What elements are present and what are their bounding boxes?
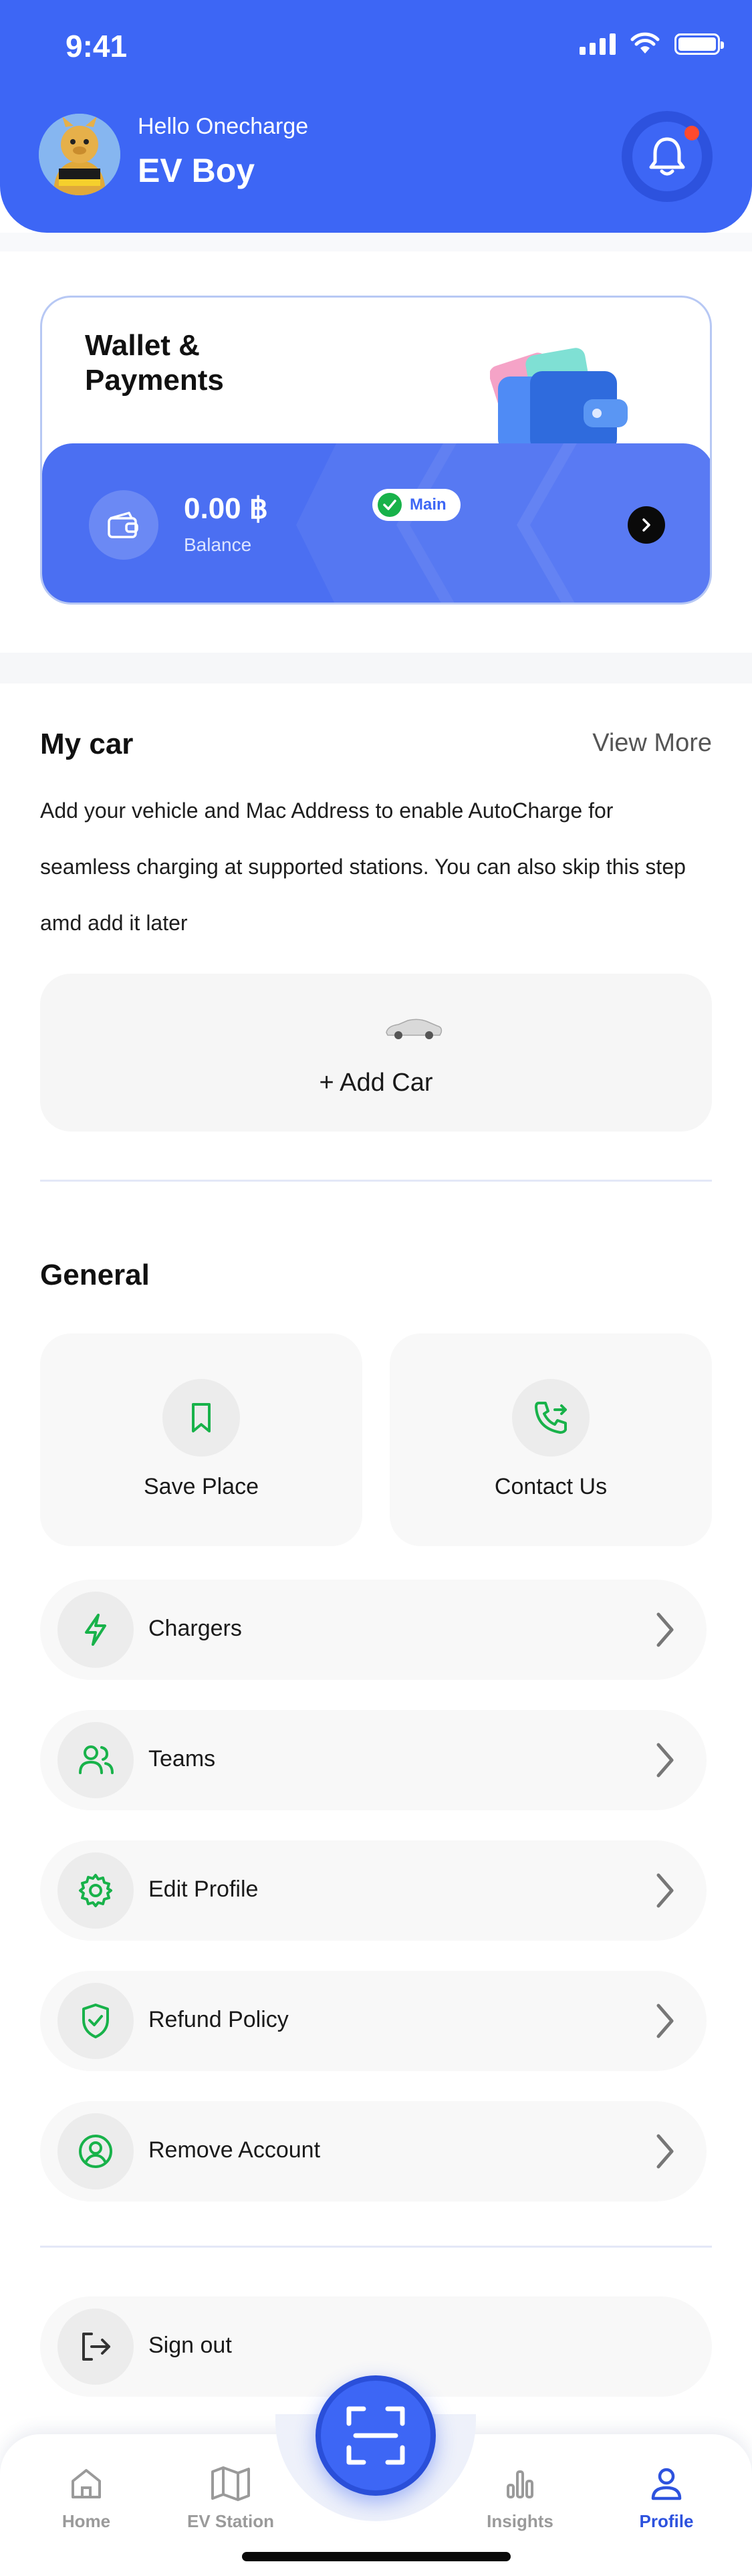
wifi-icon	[630, 32, 660, 53]
section-divider	[40, 1180, 712, 1182]
menu-item-label: Remove Account	[148, 2137, 321, 2163]
bell-icon	[649, 137, 685, 176]
greeting-text: Hello Onecharge	[138, 114, 309, 139]
main-badge: Main	[372, 489, 461, 521]
shield-check-icon	[82, 2004, 109, 2038]
sign-out-icon	[82, 2333, 110, 2361]
chevron-right-icon	[656, 1612, 674, 1647]
tab-label: EV Station	[186, 2511, 274, 2531]
my-car-description: Add your vehicle and Mac Address to enab…	[40, 798, 686, 935]
wallet-open-button[interactable]	[628, 506, 665, 544]
chevron-right-icon	[656, 1743, 674, 1778]
wallet-illustration	[490, 348, 628, 451]
lightning-icon	[85, 1614, 106, 1646]
tab-home[interactable]: Home	[29, 2465, 143, 2532]
status-time: 9:41	[66, 29, 128, 64]
wallet-balance-amount: 0.00 ฿	[184, 492, 268, 525]
users-icon	[79, 1745, 114, 1774]
phone-forward-icon	[535, 1402, 567, 1434]
menu-item-chargers[interactable]: Chargers	[40, 1580, 707, 1680]
profile-icon	[651, 2468, 682, 2500]
section-divider	[40, 2246, 712, 2248]
menu-item-edit-profile[interactable]: Edit Profile	[40, 1840, 707, 1941]
profile-header: 9:41 Hello Onecharge EV Boy	[0, 0, 752, 233]
menu-item-label: Refund Policy	[148, 2007, 289, 2032]
save-place-tile[interactable]: Save Place	[40, 1333, 362, 1546]
battery-icon	[674, 33, 724, 55]
bookmark-icon	[192, 1403, 211, 1432]
main-badge-label: Main	[410, 496, 447, 514]
tab-insights[interactable]: Insights	[463, 2465, 577, 2532]
add-car-label: + Add Car	[319, 1069, 433, 1097]
scan-icon	[346, 2406, 405, 2465]
contact-us-label: Contact Us	[494, 1474, 608, 1499]
avatar[interactable]	[39, 114, 120, 195]
user-name: EV Boy	[138, 152, 255, 189]
contact-us-tile[interactable]: Contact Us	[390, 1333, 712, 1546]
wallet-balance-panel[interactable]: 0.00 ฿ Balance Main	[42, 443, 710, 603]
tab-label: Home	[61, 2511, 111, 2531]
gear-icon	[79, 1874, 112, 1907]
notification-dot	[684, 126, 699, 140]
cellular-signal-icon	[580, 33, 616, 55]
home-indicator	[242, 2552, 511, 2561]
status-bar: 9:41	[0, 25, 752, 66]
tab-label: Insights	[487, 2511, 553, 2531]
notification-button[interactable]	[622, 111, 713, 202]
home-icon	[72, 2469, 101, 2498]
wallet-balance-label: Balance	[184, 534, 252, 555]
view-more-link[interactable]: View More	[592, 729, 712, 758]
bar-chart-icon	[507, 2470, 533, 2498]
menu-item-remove-account[interactable]: Remove Account	[40, 2101, 707, 2202]
check-icon	[378, 493, 402, 517]
chevron-right-icon	[656, 2004, 674, 2038]
scan-qr-button[interactable]	[316, 2375, 436, 2496]
wallet-card[interactable]: Wallet & Payments 0.00 ฿ Balance Main	[40, 296, 712, 605]
map-icon	[211, 2466, 250, 2501]
car-icon	[386, 1018, 443, 1039]
menu-item-refund-policy[interactable]: Refund Policy	[40, 1971, 707, 2071]
my-car-title: My car	[40, 728, 134, 760]
wallet-icon	[89, 490, 158, 560]
user-circle-icon	[79, 2135, 112, 2168]
menu-item-label: Chargers	[148, 1616, 242, 1641]
save-place-label: Save Place	[144, 1474, 259, 1499]
tab-ev-station[interactable]: EV Station	[174, 2465, 287, 2532]
chevron-right-icon	[642, 518, 650, 532]
wallet-title: Wallet & Payments	[85, 329, 224, 397]
chevron-right-icon	[656, 1873, 674, 1908]
tab-label: Profile	[639, 2511, 694, 2531]
menu-item-teams[interactable]: Teams	[40, 1710, 707, 1810]
add-car-button[interactable]: + Add Car	[40, 974, 712, 1132]
menu-item-label: Teams	[148, 1746, 216, 1772]
general-title: General	[40, 1259, 150, 1291]
sign-out-label: Sign out	[148, 2333, 232, 2358]
chevron-right-icon	[656, 2134, 674, 2169]
menu-item-label: Edit Profile	[148, 1876, 259, 1902]
tab-profile[interactable]: Profile	[610, 2465, 723, 2532]
